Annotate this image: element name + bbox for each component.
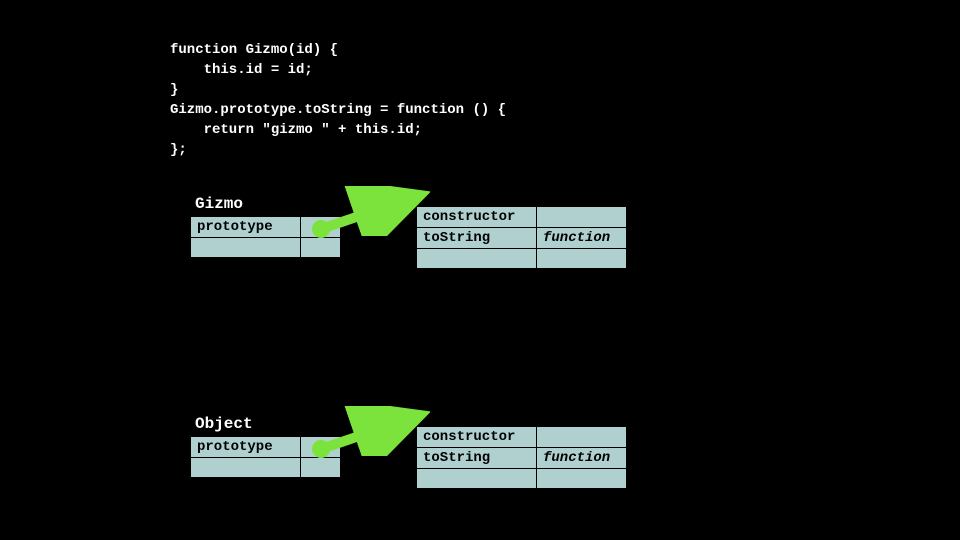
code-line-1: function Gizmo(id) { [170,42,338,58]
code-line-4: Gizmo.prototype.toString = function () { [170,102,506,118]
object-constructor-value [537,427,627,448]
object-constructor-label: constructor [417,427,537,448]
gizmo-target-empty-label [417,249,537,269]
object-pointer-dot-icon [312,440,330,458]
object-tostring-label: toString [417,448,537,469]
gizmo-target-table: constructor toStringfunction [416,206,627,269]
code-line-3: } [170,82,178,98]
gizmo-tostring-value: function [537,228,627,249]
object-prototype-label: prototype [191,437,301,458]
object-empty-label [191,458,301,478]
gizmo-empty-value [301,238,341,258]
gizmo-constructor-value [537,207,627,228]
code-line-2: this.id = id; [170,62,313,78]
object-target-table: constructor toStringfunction [416,426,627,489]
code-line-5: return "gizmo " + this.id; [170,122,422,138]
code-line-6: }; [170,142,187,158]
object-title: Object [195,415,253,433]
object-tostring-value: function [537,448,627,469]
object-target-empty-label [417,469,537,489]
gizmo-pointer-dot-icon [312,220,330,238]
object-empty-value [301,458,341,478]
gizmo-target-empty-value [537,249,627,269]
gizmo-constructor-label: constructor [417,207,537,228]
gizmo-prototype-label: prototype [191,217,301,238]
code-block: function Gizmo(id) { this.id = id; } Giz… [170,40,506,160]
gizmo-empty-label [191,238,301,258]
gizmo-title: Gizmo [195,195,243,213]
gizmo-tostring-label: toString [417,228,537,249]
object-target-empty-value [537,469,627,489]
